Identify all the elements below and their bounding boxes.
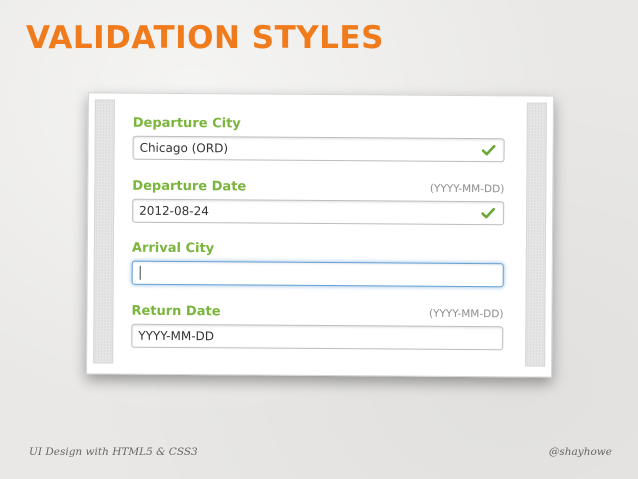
return-date-input[interactable]: YYYY-MM-DD <box>131 323 504 351</box>
departure-date-label: Departure Date <box>132 178 247 195</box>
slide-footer-course: UI Design with HTML5 & CSS3 <box>29 446 198 458</box>
departure-city-label: Departure City <box>132 115 241 132</box>
return-date-field: Return Date (YYYY-MM-DD) YYYY-MM-DD <box>131 304 504 351</box>
departure-city-field: Departure City Chicago (ORD) <box>132 116 505 163</box>
return-date-format-hint: (YYYY-MM-DD) <box>428 307 504 321</box>
arrival-city-field: Arrival City <box>131 241 504 288</box>
departure-city-value: Chicago (ORD) <box>139 140 229 156</box>
return-date-placeholder: YYYY-MM-DD <box>138 328 215 344</box>
departure-date-format-hint: (YYYY-MM-DD) <box>429 182 505 196</box>
arrival-city-label: Arrival City <box>131 240 215 257</box>
departure-date-value: 2012-08-24 <box>139 203 209 219</box>
slide-footer-handle: @shayhowe <box>548 446 612 458</box>
slide-title: VALIDATION STYLES <box>26 20 384 56</box>
check-icon <box>481 207 495 219</box>
form-card-right-rail <box>525 102 547 367</box>
return-date-label: Return Date <box>131 303 221 320</box>
arrival-city-input[interactable] <box>131 260 504 288</box>
check-icon <box>481 144 496 156</box>
departure-city-input[interactable]: Chicago (ORD) <box>132 135 505 163</box>
form-card-left-rail <box>93 99 115 364</box>
text-cursor <box>139 265 141 280</box>
form-card: Departure City Chicago (ORD) Departure D… <box>86 92 554 378</box>
departure-date-input[interactable]: 2012-08-24 <box>132 198 505 226</box>
departure-date-field: Departure Date (YYYY-MM-DD) 2012-08-24 <box>132 179 504 226</box>
